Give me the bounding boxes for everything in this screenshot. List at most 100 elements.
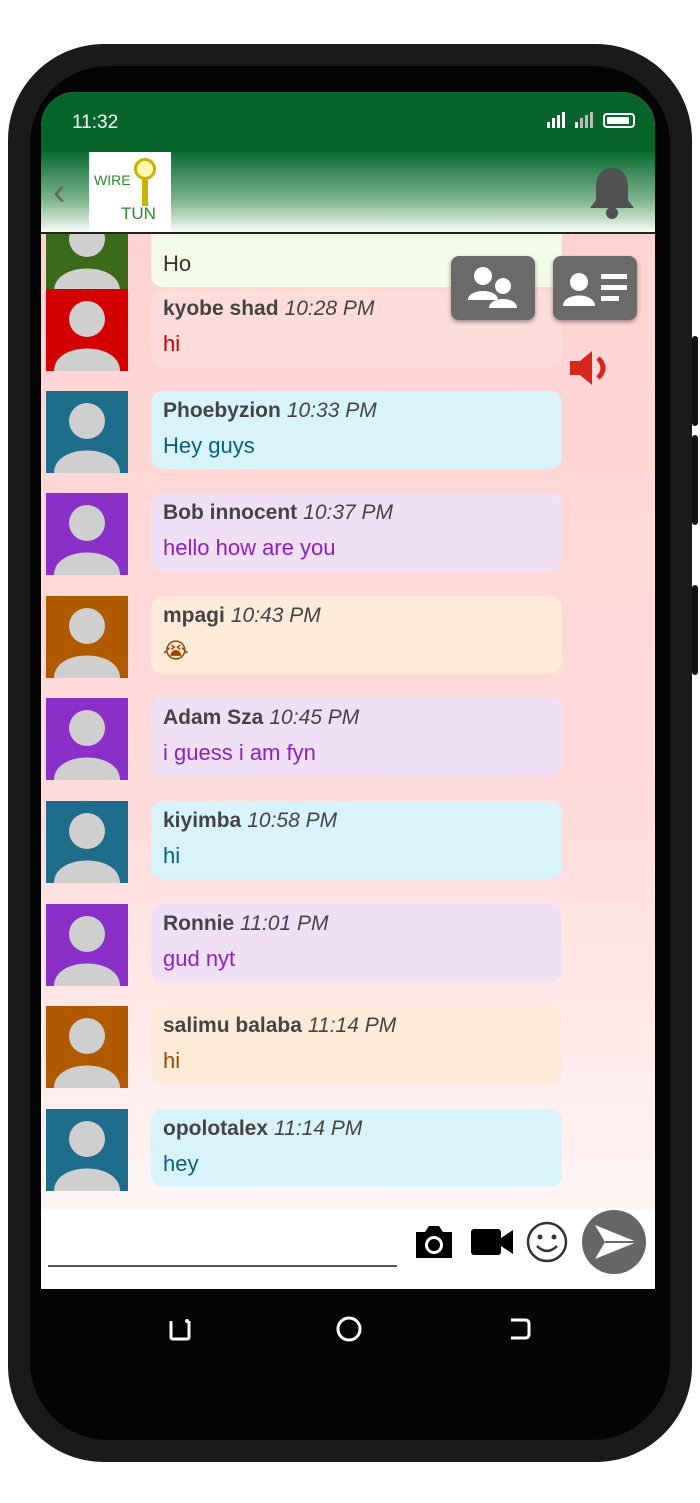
message-time: 10:28 PM	[284, 297, 375, 320]
sender-name-text: kyobe shad	[163, 297, 279, 320]
signal-icon	[575, 112, 593, 128]
message-bubble: salimu balaba 11:14 PM hi	[151, 1006, 562, 1084]
message-text: hi	[163, 331, 181, 356]
chat-message[interactable]: Phoebyzion 10:33 PM Hey guys	[46, 391, 566, 473]
message-text: hi	[163, 1048, 181, 1073]
avatar[interactable]	[46, 698, 128, 780]
sender-name-text: Bob innocent	[163, 501, 298, 524]
message-bubble: Adam Sza 10:45 PM i guess i am fyn	[151, 698, 562, 776]
group-icon	[468, 267, 517, 308]
message-bubble: Phoebyzion 10:33 PM Hey guys	[151, 391, 562, 469]
user-silhouette-icon	[54, 1018, 120, 1088]
user-silhouette-icon	[54, 710, 120, 780]
sender-name: kiyimba 10:58 PM	[163, 809, 337, 833]
video-camera-icon[interactable]	[469, 1225, 515, 1259]
message-text: hello how are you	[163, 535, 336, 560]
sender-name: salimu balaba 11:14 PM	[163, 1014, 396, 1038]
message-time: 10:33 PM	[286, 399, 377, 422]
message-input-bar	[41, 1209, 655, 1289]
status-bar: 11:32	[41, 92, 655, 152]
message-time: 10:43 PM	[230, 604, 321, 627]
message-text: 😭	[163, 638, 189, 663]
avatar[interactable]	[46, 289, 128, 371]
battery-icon	[603, 112, 635, 128]
sender-name: Adam Sza 10:45 PM	[163, 706, 359, 730]
back-icon[interactable]: ‹	[53, 172, 83, 212]
avatar[interactable]	[46, 391, 128, 473]
avatar[interactable]	[46, 801, 128, 883]
message-bubble: mpagi 10:43 PM 😭	[151, 596, 562, 674]
chat-message[interactable]: salimu balaba 11:14 PM hi	[46, 1006, 566, 1088]
message-time: 10:45 PM	[269, 706, 360, 729]
message-time: 11:01 PM	[240, 912, 329, 935]
sender-name-text: salimu balaba	[163, 1014, 302, 1037]
app-header: ‹ WIRE TUN	[41, 152, 655, 234]
chat-message[interactable]: mpagi 10:43 PM 😭	[46, 596, 566, 678]
sender-name: mpagi 10:43 PM	[163, 604, 321, 628]
avatar[interactable]	[46, 904, 128, 986]
message-input[interactable]	[48, 1219, 397, 1267]
avatar[interactable]	[46, 234, 128, 291]
screen: 11:32 ‹ WIRE TUN Ho kyobe shad 10:28 PM hi P…	[41, 92, 655, 1289]
message-text: hi	[163, 843, 181, 868]
sender-name: kyobe shad 10:28 PM	[163, 297, 374, 321]
sender-name-text: opolotalex	[163, 1117, 269, 1140]
message-time: 10:58 PM	[247, 809, 338, 832]
logo-text-top: WIRE	[94, 172, 131, 188]
message-text: gud nyt	[163, 946, 236, 971]
chat-message[interactable]: opolotalex 11:14 PM hey	[46, 1109, 566, 1191]
user-silhouette-icon	[54, 301, 120, 371]
avatar[interactable]	[46, 1109, 128, 1191]
sender-name-text: Adam Sza	[163, 706, 264, 729]
camera-icon[interactable]	[412, 1222, 456, 1262]
home-icon[interactable]	[331, 1311, 367, 1347]
sender-name-text: kiyimba	[163, 809, 242, 832]
message-bubble: kiyimba 10:58 PM hi	[151, 801, 562, 879]
message-text: i guess i am fyn	[163, 740, 316, 765]
bell-icon[interactable]	[587, 164, 637, 220]
message-time: 11:14 PM	[307, 1014, 397, 1037]
chat-message[interactable]: Bob innocent 10:37 PM hello how are you	[46, 493, 566, 575]
user-silhouette-icon	[54, 505, 120, 575]
key-icon	[134, 158, 156, 180]
signal-icon	[547, 112, 565, 128]
sender-name-text: Phoebyzion	[163, 399, 281, 422]
user-silhouette-icon	[54, 403, 120, 473]
status-time: 11:32	[72, 112, 119, 133]
user-silhouette-icon	[54, 813, 120, 883]
emoji-icon[interactable]	[525, 1220, 569, 1264]
system-nav-bar	[41, 1289, 655, 1369]
contact-card-button[interactable]	[553, 256, 637, 320]
volume-button	[692, 336, 698, 426]
contact-card-icon	[563, 273, 627, 306]
send-icon[interactable]	[581, 1209, 647, 1275]
message-bubble: Ronnie 11:01 PM gud nyt	[151, 904, 562, 982]
sender-name: Ronnie 11:01 PM	[163, 912, 329, 936]
avatar[interactable]	[46, 596, 128, 678]
power-button	[692, 585, 698, 675]
chat-message[interactable]: kiyimba 10:58 PM hi	[46, 801, 566, 883]
back-nav-icon[interactable]	[501, 1311, 537, 1347]
message-bubble: Bob innocent 10:37 PM hello how are you	[151, 493, 562, 571]
recent-apps-icon[interactable]	[161, 1311, 197, 1347]
chat-message[interactable]: Adam Sza 10:45 PM i guess i am fyn	[46, 698, 566, 780]
avatar[interactable]	[46, 493, 128, 575]
sender-name-text: mpagi	[163, 604, 225, 627]
app-logo: WIRE TUN	[89, 152, 171, 232]
user-silhouette-icon	[54, 916, 120, 986]
message-text: hey	[163, 1151, 199, 1176]
avatar[interactable]	[46, 1006, 128, 1088]
user-silhouette-icon	[54, 1121, 120, 1191]
message-text: Hey guys	[163, 433, 255, 458]
chat-message[interactable]: Ronnie 11:01 PM gud nyt	[46, 904, 566, 986]
message-time: 11:14 PM	[274, 1117, 363, 1140]
chat-area[interactable]: Ho kyobe shad 10:28 PM hi Phoebyzion 10:33 PM…	[41, 234, 655, 1209]
sender-name: opolotalex 11:14 PM	[163, 1117, 362, 1141]
message-bubble: opolotalex 11:14 PM hey	[151, 1109, 562, 1187]
speaker-volume-icon[interactable]	[568, 348, 616, 388]
sender-name: Bob innocent 10:37 PM	[163, 501, 393, 525]
group-members-button[interactable]	[451, 256, 535, 320]
volume-button	[692, 435, 698, 525]
logo-text-bottom: TUN	[121, 204, 156, 223]
status-icons	[547, 112, 635, 128]
